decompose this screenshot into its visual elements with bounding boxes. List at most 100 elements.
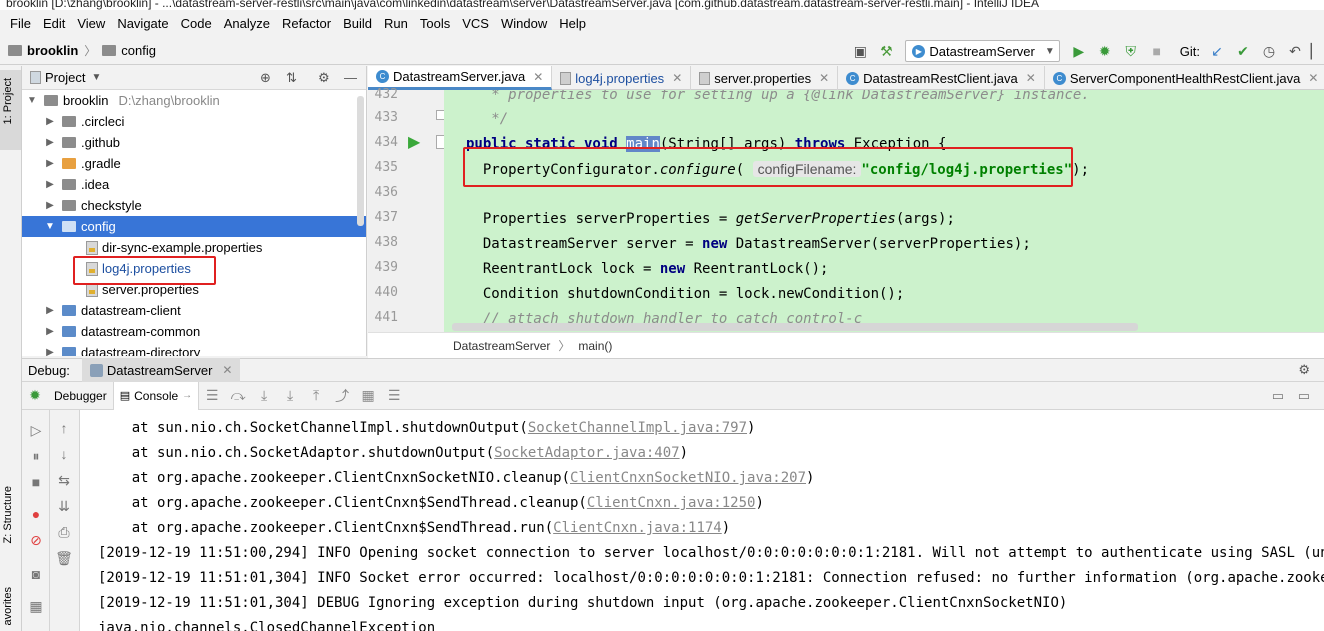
close-icon[interactable]: ✕	[1026, 71, 1036, 85]
close-icon[interactable]: ✕	[222, 363, 232, 377]
tab-log4j-properties[interactable]: log4j.properties ✕	[552, 66, 692, 90]
menu-analyze[interactable]: Analyze	[218, 10, 276, 37]
close-icon[interactable]: ✕	[672, 71, 682, 85]
mute-breakpoints-icon[interactable]: ⊘	[22, 532, 50, 549]
git-rollback-icon[interactable]: ↶	[1284, 40, 1306, 62]
locate-icon[interactable]: ⊕	[260, 70, 271, 86]
layout-grid-icon[interactable]: ▦	[22, 598, 50, 615]
console-source-link[interactable]: ClientCnxnSocketNIO.java:207	[570, 470, 806, 486]
gear-icon[interactable]: ⚙	[1298, 362, 1310, 378]
breadcrumb-class[interactable]: DatastreamServer	[453, 339, 550, 353]
console-source-link[interactable]: ClientCnxn.java:1250	[587, 495, 756, 511]
console-output[interactable]: at sun.nio.ch.SocketChannelImpl.shutdown…	[80, 410, 1324, 631]
menu-help[interactable]: Help	[553, 10, 592, 37]
console-line: at org.apache.zookeeper.ClientCnxn$SendT…	[98, 516, 730, 541]
menu-lines-icon[interactable]: ☰	[199, 382, 225, 410]
close-icon[interactable]: ✕	[1308, 71, 1318, 85]
tree-item[interactable]: ▶ .idea	[22, 174, 366, 195]
menu-refactor[interactable]: Refactor	[276, 10, 337, 37]
git-update-icon[interactable]: ↙	[1206, 40, 1228, 62]
properties-file-icon	[86, 240, 98, 255]
view-breakpoints-icon[interactable]: ●	[22, 506, 50, 522]
menu-navigate[interactable]: Navigate	[111, 10, 174, 37]
tree-item[interactable]: ▶ datastream-client	[22, 300, 366, 321]
project-scrollbar[interactable]	[357, 96, 364, 226]
tree-item[interactable]: ▶ datastream-common	[22, 321, 366, 342]
close-icon[interactable]: ✕	[533, 70, 543, 84]
tree-item-config-selected[interactable]: ▼ config	[22, 216, 366, 237]
console-source-link[interactable]: ClientCnxn.java:1174	[553, 520, 722, 536]
pause-icon[interactable]: ⏸	[22, 448, 50, 465]
layout-icon[interactable]: ▣	[849, 40, 871, 62]
menu-edit[interactable]: Edit	[37, 10, 71, 37]
code-editor[interactable]: * properties to use for setting up a {@l…	[444, 90, 1324, 332]
menu-window[interactable]: Window	[495, 10, 553, 37]
tree-item[interactable]: ▶ .circleci	[22, 111, 366, 132]
menu-build[interactable]: Build	[337, 10, 378, 37]
soft-wrap-icon[interactable]: ⇆	[50, 472, 78, 489]
run-config-select[interactable]: ▶ DatastreamServer ▼	[905, 40, 1060, 62]
tree-item[interactable]: ▶ .github	[22, 132, 366, 153]
menu-vcs[interactable]: VCS	[456, 10, 495, 37]
close-icon[interactable]: ✕	[819, 71, 829, 85]
menu-view[interactable]: View	[71, 10, 111, 37]
evaluate-icon[interactable]: ▦	[355, 382, 381, 410]
menu-code[interactable]: Code	[175, 10, 218, 37]
scroll-to-end-icon[interactable]: ⇊	[50, 498, 78, 515]
tab-datastreamrestclient-java[interactable]: C DatastreamRestClient.java ✕	[838, 66, 1045, 90]
step-out-icon[interactable]: ⤒	[303, 382, 329, 410]
restore-icon[interactable]: ▭	[1298, 388, 1310, 404]
arrow-up-icon[interactable]: ↑	[50, 420, 78, 436]
print-icon[interactable]: ⎙	[50, 524, 78, 541]
debug-toolbar: ✹ Debugger ▤ Console → ☰ ⤼ ⤓ ⤓ ⤒ ⤴ ▦ ☰ ▭…	[22, 381, 1324, 410]
arrow-down-icon[interactable]: ↓	[50, 446, 78, 462]
console-source-link[interactable]: SocketAdaptor.java:407	[494, 445, 679, 461]
coverage-icon[interactable]: ⛨	[1120, 40, 1142, 62]
resume-icon[interactable]: ▷	[22, 422, 50, 439]
tab-console[interactable]: ▤ Console →	[113, 381, 200, 410]
tab-server-properties[interactable]: server.properties ✕	[691, 66, 839, 90]
tree-item[interactable]: ▶ .gradle	[22, 153, 366, 174]
camera-icon[interactable]: ◙	[22, 566, 50, 582]
minimize-icon[interactable]: —	[344, 70, 357, 85]
project-tool-tab[interactable]: 1: Project	[0, 70, 21, 150]
menu-file[interactable]: File	[4, 10, 37, 37]
breadcrumb-method[interactable]: main()	[578, 339, 612, 353]
menu-tools[interactable]: Tools	[414, 10, 456, 37]
layout-icon[interactable]: ▭	[1272, 388, 1284, 404]
resume-debug-icon[interactable]: ✹	[22, 382, 48, 410]
tree-item[interactable]: dir-sync-example.properties	[22, 237, 366, 258]
run-gutter-icon[interactable]: ▶	[408, 132, 420, 152]
run-to-cursor-icon[interactable]: ⤴	[329, 382, 355, 410]
git-commit-icon[interactable]: ✔	[1232, 40, 1254, 62]
collapse-all-icon[interactable]: ⇅	[286, 70, 297, 86]
more-icon[interactable]: ▏	[1310, 40, 1322, 62]
step-into-icon[interactable]: ⤓	[251, 382, 277, 410]
structure-tool-tab[interactable]: Z: Structure	[0, 486, 21, 566]
run-icon[interactable]: ▶	[1068, 40, 1090, 62]
debug-bug-icon[interactable]: ✹	[1094, 40, 1116, 62]
tree-item[interactable]: ▶ checkstyle	[22, 195, 366, 216]
trash-icon[interactable]: 🗑	[50, 550, 78, 567]
stop-icon[interactable]: ■	[22, 474, 50, 490]
stop-icon[interactable]: ■	[1146, 40, 1168, 62]
tree-item[interactable]: ▶ datastream-directory	[22, 342, 366, 356]
build-hammer-icon[interactable]: ⚒	[875, 40, 897, 62]
chevron-down-icon[interactable]: ▼	[91, 72, 101, 83]
debug-session-tab[interactable]: DatastreamServer ✕	[81, 358, 241, 382]
nav-crumb-config[interactable]: config	[102, 43, 156, 58]
gear-icon[interactable]: ⚙	[318, 70, 330, 86]
tab-debugger[interactable]: Debugger	[48, 381, 114, 410]
git-history-icon[interactable]: ◷	[1258, 40, 1280, 62]
frames-icon[interactable]: ☰	[381, 382, 407, 410]
nav-crumb-brooklin[interactable]: brooklin	[8, 43, 78, 58]
tree-root-brooklin[interactable]: ▼ brooklin D:\zhang\brooklin	[22, 90, 366, 111]
step-over-icon[interactable]: ⤼	[225, 382, 251, 410]
tab-servercomponenthealthrestclient-java[interactable]: C ServerComponentHealthRestClient.java ✕	[1045, 66, 1324, 90]
console-source-link[interactable]: SocketChannelImpl.java:797	[528, 420, 747, 436]
project-panel-title[interactable]: Project	[45, 70, 85, 85]
force-step-into-icon[interactable]: ⤓	[277, 382, 303, 410]
menu-run[interactable]: Run	[378, 10, 414, 37]
favorites-tool-tab[interactable]: avorites	[0, 581, 21, 631]
editor-horizontal-scrollbar[interactable]	[452, 323, 1138, 331]
